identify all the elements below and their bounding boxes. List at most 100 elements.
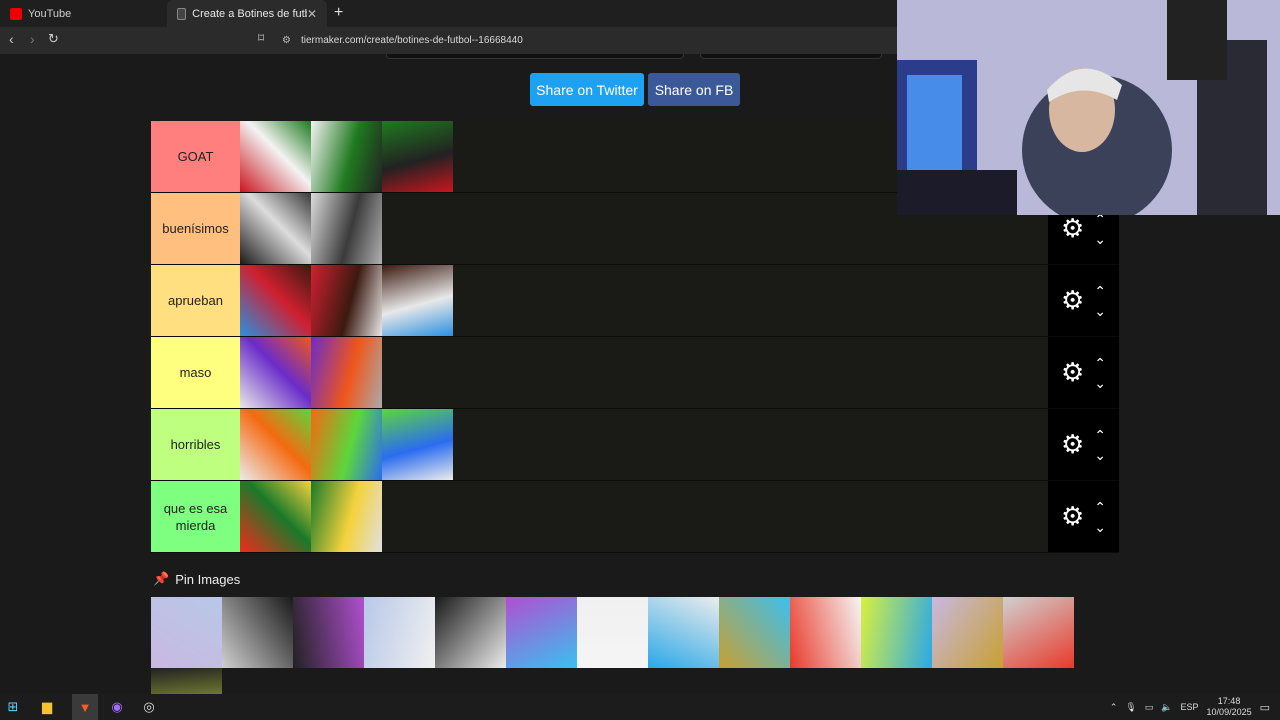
chevron-up-icon[interactable]: ⌃ xyxy=(1110,702,1118,713)
webcam-overlay xyxy=(897,0,1280,215)
share-twitter-button[interactable]: Share on Twitter xyxy=(530,73,644,106)
boot-image[interactable] xyxy=(577,597,648,668)
network-icon[interactable]: ▭ xyxy=(1145,702,1154,713)
boot-image[interactable] xyxy=(506,597,577,668)
brave-browser-icon[interactable]: ▼ xyxy=(72,694,98,720)
gear-icon[interactable]: ⚙ xyxy=(1061,213,1084,244)
boot-image[interactable] xyxy=(790,597,861,668)
gear-icon[interactable]: ⚙ xyxy=(1061,285,1084,316)
pin-images-label: Pin Images xyxy=(175,571,241,587)
tier-label[interactable]: que es esa mierda xyxy=(151,481,240,552)
tier-controls: ⚙ ⌃⌄ xyxy=(1048,265,1119,336)
obs-icon[interactable]: ◎ xyxy=(136,694,162,720)
boot-image[interactable] xyxy=(240,265,311,336)
tier-items xyxy=(240,265,1119,336)
boot-image[interactable] xyxy=(222,597,293,668)
tier-controls: ⚙ ⌃⌄ xyxy=(1048,481,1119,552)
notifications-icon[interactable]: ▭ xyxy=(1260,701,1270,714)
forward-icon[interactable]: › xyxy=(30,31,35,47)
boot-image[interactable] xyxy=(151,597,222,668)
boot-image[interactable] xyxy=(861,597,932,668)
tier-label[interactable]: GOAT xyxy=(151,121,240,192)
boot-image[interactable] xyxy=(240,337,311,408)
boot-image[interactable] xyxy=(311,265,382,336)
boot-image[interactable] xyxy=(364,597,435,668)
volume-icon[interactable]: 🔈 xyxy=(1161,702,1172,713)
url-field[interactable]: ⚙ tiermaker.com/create/botines-de-futbol… xyxy=(282,31,896,50)
discord-icon[interactable]: ◉ xyxy=(104,694,130,720)
top-control[interactable] xyxy=(700,54,882,59)
chevron-up-icon[interactable]: ⌃ xyxy=(1094,281,1106,301)
tier-items xyxy=(240,337,1119,408)
tab-tiermaker[interactable]: Create a Botines de futbol Tier Li ✕ xyxy=(167,0,327,27)
boot-image[interactable] xyxy=(240,193,311,264)
boot-image[interactable] xyxy=(240,409,311,480)
boot-image[interactable] xyxy=(382,265,453,336)
site-info-icon[interactable]: ⚙ xyxy=(282,35,291,46)
tier-label[interactable]: buenísimos xyxy=(151,193,240,264)
language-indicator[interactable]: ESP xyxy=(1181,702,1199,712)
back-icon[interactable]: ‹ xyxy=(9,31,14,47)
boot-image[interactable] xyxy=(648,597,719,668)
boot-image[interactable] xyxy=(311,193,382,264)
taskbar: ⊞ ▆ ▼ ◉ ◎ ⌃ 🎙 ▭ 🔈 ESP 17:48 10/09/2025 ▭ xyxy=(0,694,1280,720)
url-text: tiermaker.com/create/botines-de-futbol--… xyxy=(300,35,523,46)
boot-image[interactable] xyxy=(240,481,311,552)
boot-image[interactable] xyxy=(293,597,364,668)
boot-image[interactable] xyxy=(932,597,1003,668)
boot-image[interactable] xyxy=(240,121,311,192)
boot-image[interactable] xyxy=(435,597,506,668)
youtube-icon xyxy=(10,7,22,20)
new-tab-button[interactable]: + xyxy=(334,4,343,22)
chevron-up-icon[interactable]: ⌃ xyxy=(1094,497,1106,517)
tiermaker-icon xyxy=(177,7,187,20)
tier-row: aprueban ⚙ ⌃ ⌄ xyxy=(151,265,1119,337)
chevron-down-icon[interactable]: ⌄ xyxy=(1094,373,1106,393)
file-explorer-icon[interactable]: ▆ xyxy=(34,694,60,720)
windows-start-icon[interactable]: ⊞ xyxy=(0,694,26,720)
gear-icon[interactable]: ⚙ xyxy=(1061,429,1084,460)
tier-label[interactable]: horribles xyxy=(151,409,240,480)
boot-image[interactable] xyxy=(311,481,382,552)
clock[interactable]: 17:48 10/09/2025 xyxy=(1207,696,1252,718)
pushpin-icon: 📌 xyxy=(153,571,170,586)
tier-label[interactable]: aprueban xyxy=(151,265,240,336)
boot-image[interactable] xyxy=(719,597,790,668)
reload-icon[interactable]: ↻ xyxy=(48,31,59,47)
boot-image[interactable] xyxy=(311,409,382,480)
tier-items xyxy=(240,481,1119,552)
chevron-down-icon[interactable]: ⌄ xyxy=(1094,445,1106,465)
tier-row: horribles ⚙ ⌃ ⌄ xyxy=(151,409,1119,481)
tier-row: maso ⚙ ⌃ ⌄ xyxy=(151,337,1119,409)
gear-icon[interactable]: ⚙ xyxy=(1061,501,1084,532)
microphone-icon[interactable]: 🎙 xyxy=(1125,702,1136,713)
boot-image[interactable] xyxy=(151,668,222,694)
clock-date: 10/09/2025 xyxy=(1206,707,1252,717)
tab-label: Create a Botines de futbol Tier Li xyxy=(192,7,307,20)
top-control[interactable] xyxy=(386,54,684,59)
webcam-image xyxy=(897,0,1280,215)
boot-image[interactable] xyxy=(1003,597,1074,668)
close-icon[interactable]: ✕ xyxy=(307,7,317,21)
boot-image[interactable] xyxy=(382,121,453,192)
chevron-down-icon[interactable]: ⌄ xyxy=(1094,229,1106,249)
bookmark-icon[interactable]: ⌑ xyxy=(258,31,264,45)
tab-label: YouTube xyxy=(28,7,72,20)
boot-image[interactable] xyxy=(311,337,382,408)
tier-label[interactable]: maso xyxy=(151,337,240,408)
chevron-down-icon[interactable]: ⌄ xyxy=(1094,517,1106,537)
tab-youtube[interactable]: YouTube xyxy=(0,0,165,27)
gear-icon[interactable]: ⚙ xyxy=(1061,357,1084,388)
chevron-up-icon[interactable]: ⌃ xyxy=(1094,425,1106,445)
share-fb-button[interactable]: Share on FB xyxy=(648,73,740,106)
clock-time: 17:48 xyxy=(1217,696,1241,706)
tier-row: que es esa mierda ⚙ ⌃ ⌄ xyxy=(151,481,1119,553)
boot-image[interactable] xyxy=(311,121,382,192)
boot-image[interactable] xyxy=(382,409,453,480)
chevron-down-icon[interactable]: ⌄ xyxy=(1094,301,1106,321)
tier-controls: ⚙ ⌃⌄ xyxy=(1048,409,1119,480)
tier-controls: ⚙ ⌃⌄ xyxy=(1048,337,1119,408)
pin-images[interactable]: 📌 Pin Images xyxy=(153,571,240,587)
top-controls xyxy=(386,54,882,59)
chevron-up-icon[interactable]: ⌃ xyxy=(1094,353,1106,373)
